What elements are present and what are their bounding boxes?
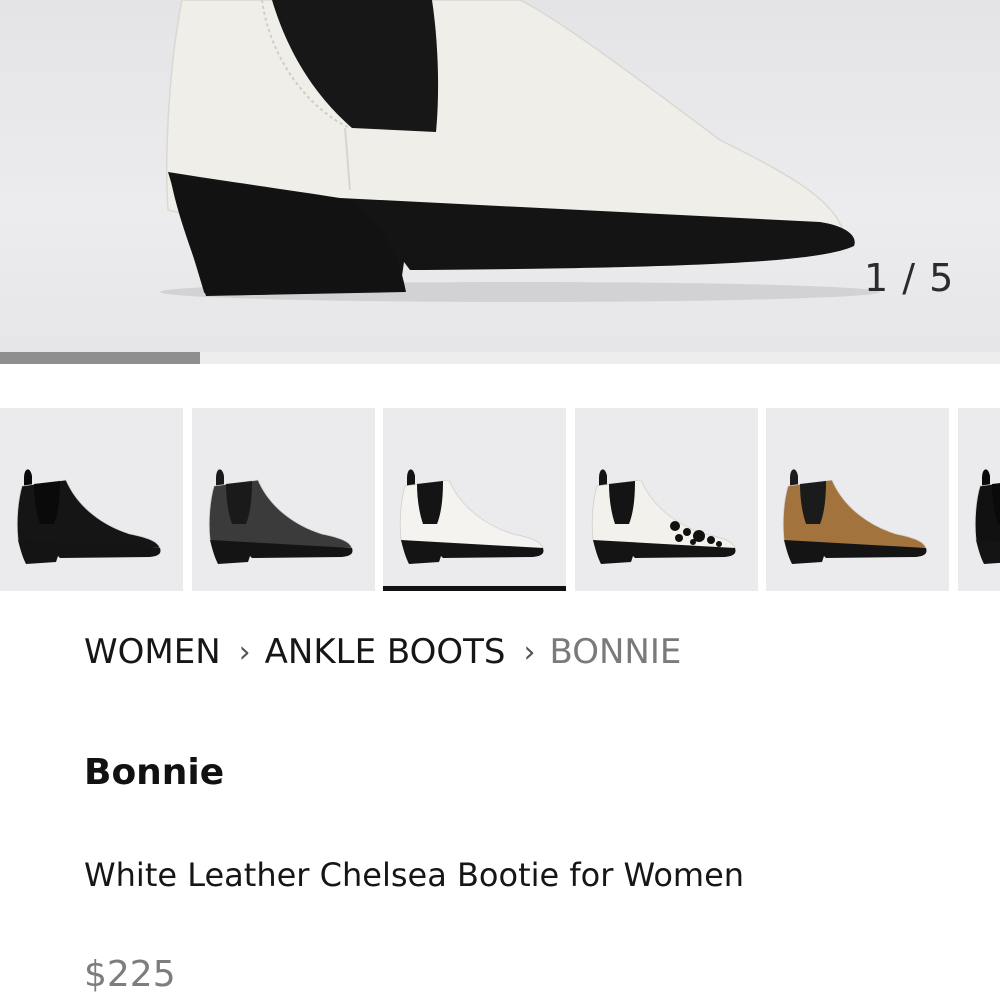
thumbnail-boot-image [974,469,1000,564]
product-price: $225 [84,954,176,995]
product-description: White Leather Chelsea Bootie for Women [84,856,745,894]
boot-pattern-spot [707,536,715,544]
boot-pattern-spot [675,534,683,542]
thumbnail-3[interactable] [383,408,566,591]
breadcrumb-separator-icon: › [238,634,251,670]
gallery-counter: 1 / 5 [864,256,955,300]
boot-pattern-spot [670,521,680,531]
boot-pattern-spot [716,541,722,547]
gallery-progress-bar [0,352,1000,364]
thumbnail-4[interactable] [575,408,758,591]
boot-pattern-spot [690,539,696,545]
thumbnail-boot-image [399,469,544,564]
thumbnail-boot-image [16,469,161,564]
boot-sole [976,540,1000,564]
thumbnail-boot-image [208,469,353,564]
breadcrumb-ankle-boots-link[interactable]: ANKLE BOOTS [265,632,506,672]
thumbnail-strip[interactable] [0,408,1000,592]
thumbnail-2[interactable] [192,408,375,591]
product-hero-image[interactable]: 1 / 5 [0,0,1000,352]
thumbnail-1[interactable] [0,408,183,591]
thumbnail-6[interactable] [958,408,1000,591]
breadcrumb: WOMEN › ANKLE BOOTS › BONNIE [84,632,681,672]
gallery-progress-fill [0,352,200,364]
thumbnail-5[interactable] [766,408,949,591]
boot-pattern-spot [683,528,691,536]
product-name: Bonnie [84,752,225,793]
breadcrumb-women-link[interactable]: WOMEN [84,632,221,672]
thumbnail-boot-image [591,469,736,564]
thumbnail-selected-indicator [383,586,566,591]
breadcrumb-current: BONNIE [549,632,682,672]
hero-boot-illustration [160,0,880,302]
breadcrumb-separator-icon: › [523,634,536,670]
thumbnail-boot-image [782,469,927,564]
